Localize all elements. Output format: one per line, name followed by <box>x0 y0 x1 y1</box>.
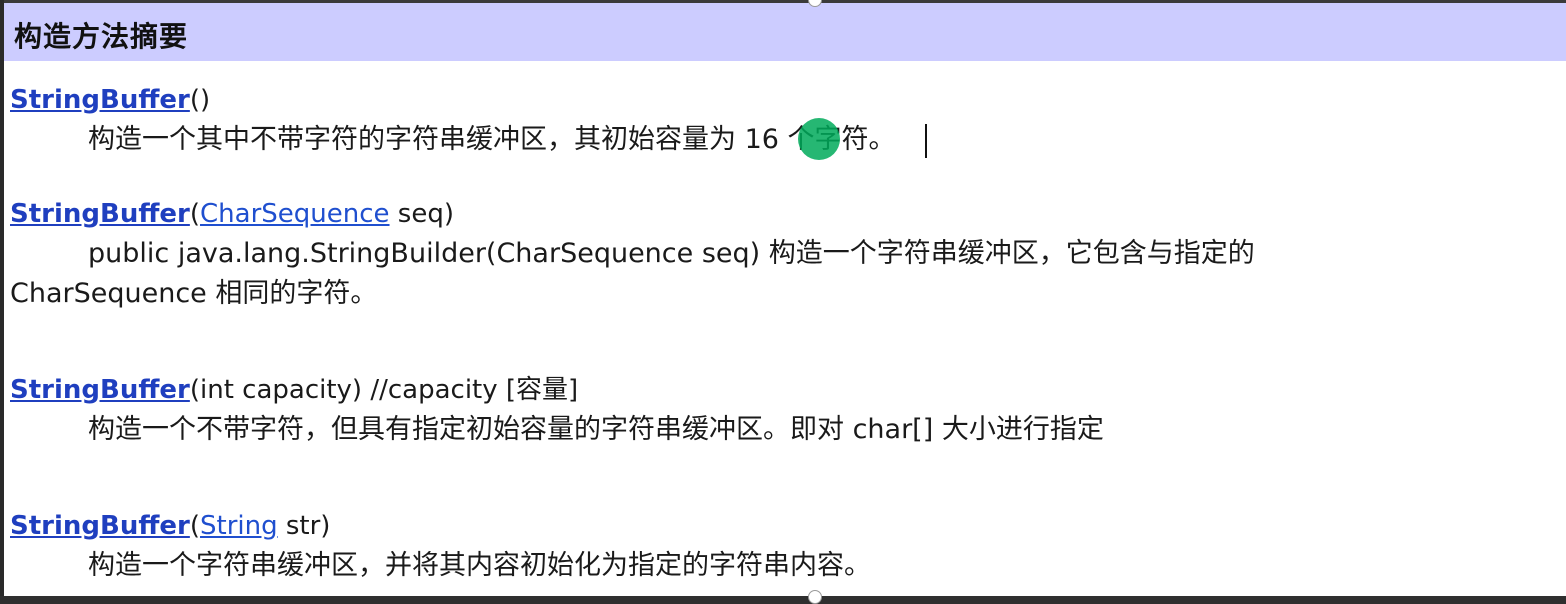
text-caret <box>925 124 927 158</box>
signature-params: () <box>189 85 211 115</box>
resize-handle-bottom[interactable] <box>808 590 822 604</box>
signature-param-name: seq) <box>389 199 454 229</box>
section-header: 构造方法摘要 <box>4 3 1566 61</box>
stringbuffer-link[interactable]: StringBuffer <box>10 511 190 541</box>
constructor-entry-charsequence: StringBuffer(CharSequence seq) public ja… <box>10 194 1255 314</box>
constructor-description: 构造一个其中不带字符的字符串缓冲区，其初始容量为 16 个字符。 <box>88 124 896 155</box>
constructor-entry-string: StringBuffer(String str) 构造一个字符串缓冲区，并将其内… <box>10 506 871 586</box>
frame-left-border <box>0 0 4 604</box>
green-cursor-highlight-icon <box>798 118 840 160</box>
constructor-description: 构造一个字符串缓冲区，并将其内容初始化为指定的字符串内容。 <box>88 550 871 581</box>
signature-open-paren: ( <box>189 199 201 229</box>
constructor-entry-default: StringBuffer() 构造一个其中不带字符的字符串缓冲区，其初始容量为 … <box>10 80 896 160</box>
stringbuffer-link[interactable]: StringBuffer <box>10 375 190 405</box>
constructor-signature: StringBuffer(CharSequence seq) <box>10 194 1255 234</box>
constructor-description-line2: CharSequence 相同的字符。 <box>10 278 378 309</box>
stringbuffer-link[interactable]: StringBuffer <box>10 85 190 115</box>
constructor-entry-capacity: StringBuffer(int capacity) //capacity [容… <box>10 370 1104 450</box>
charsequence-type-link[interactable]: CharSequence <box>200 199 390 229</box>
stringbuffer-link[interactable]: StringBuffer <box>10 199 190 229</box>
section-title: 构造方法摘要 <box>14 20 189 53</box>
constructor-signature: StringBuffer() <box>10 80 896 120</box>
frame-bottom-border <box>0 596 1566 604</box>
constructor-signature: StringBuffer(int capacity) //capacity [容… <box>10 370 1104 410</box>
constructor-signature: StringBuffer(String str) <box>10 506 871 546</box>
signature-open-paren: ( <box>189 511 201 541</box>
constructor-description-line1: public java.lang.StringBuilder(CharSeque… <box>88 238 1255 269</box>
constructor-description: 构造一个不带字符，但具有指定初始容量的字符串缓冲区。即对 char[] 大小进行… <box>88 414 1104 445</box>
signature-param-name: str) <box>277 511 331 541</box>
string-type-link[interactable]: String <box>200 511 278 541</box>
signature-params: (int capacity) //capacity [容量] <box>189 375 579 405</box>
